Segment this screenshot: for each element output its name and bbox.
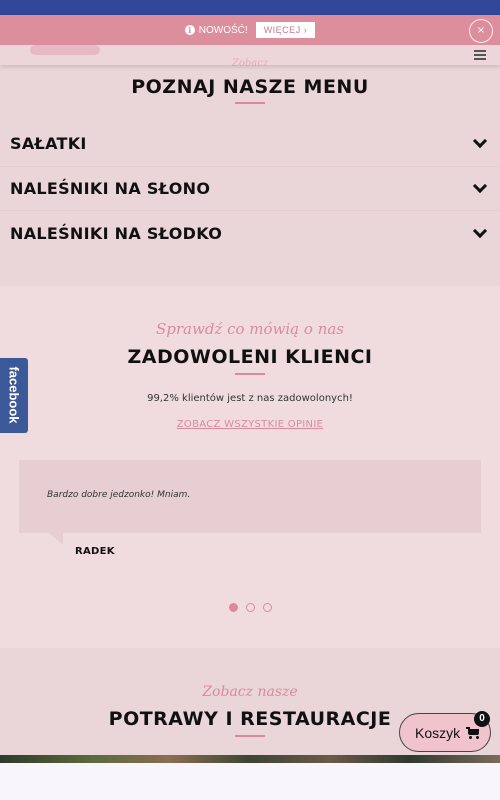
accordion-item-label: NALEŚNIKI NA SŁONO [10, 178, 211, 198]
clients-section: Sprawdź co mówią o nas ZADOWOLENI KLIENC… [0, 286, 500, 648]
menu-section-title: POZNAJ NASZE MENU [131, 76, 369, 98]
logo-swirl [30, 45, 100, 55]
all-reviews-link[interactable]: ZOBACZ WSZYSTKIE OPINIE [0, 419, 500, 430]
accordion-item-sweet-pancakes[interactable]: NALEŚNIKI NA SŁODKO [0, 211, 500, 256]
slider-dots [0, 603, 500, 612]
clients-script-title: Sprawdź co mówią o nas [155, 320, 344, 338]
clients-satisfaction-text: 99,2% klientów jest z nas zadowolonych! [147, 393, 353, 404]
notice-text: NOWOŚĆ! [198, 24, 248, 36]
cart-icon [466, 726, 480, 739]
menu-accordion: SAŁATKI NALEŚNIKI NA SŁONO NALEŚNIKI NA … [0, 122, 500, 256]
menu-script-title: Zobacz [231, 58, 269, 69]
clients-title-divider [235, 373, 265, 375]
slider-dot-1[interactable] [228, 603, 238, 612]
facebook-label: facebook [6, 366, 22, 424]
close-notice-button[interactable]: × [469, 19, 493, 43]
testimonial-author: RADEK [75, 546, 115, 557]
accordion-item-label: NALEŚNIKI NA SŁODKO [10, 223, 223, 243]
accordion-item-label: SAŁATKI [10, 134, 87, 154]
cart-label: Koszyk [415, 724, 461, 741]
testimonial-bubble: Bardzo dobre jedzonko! Mniam. [19, 460, 481, 545]
info-icon: i [184, 25, 195, 35]
dishes-title-divider [235, 735, 265, 737]
cart-count-badge: 0 [474, 711, 490, 727]
dishes-script-title: Zobacz nasze [202, 684, 298, 700]
slider-dot-2[interactable] [245, 603, 255, 612]
chevron-down-icon [472, 223, 488, 238]
accordion-item-salads[interactable]: SAŁATKI [0, 122, 500, 167]
bottom-bar [0, 763, 500, 800]
more-button[interactable]: WIĘCEJ › [255, 22, 316, 38]
chevron-down-icon [472, 134, 488, 149]
menu-title-divider [235, 102, 265, 104]
cart-button[interactable]: Koszyk 0 [399, 711, 491, 752]
clients-section-title: ZADOWOLENI KLIENCI [127, 346, 373, 368]
facebook-side-tab[interactable]: facebook [0, 358, 28, 433]
news-notice-bar: i NOWOŚĆ! WIĘCEJ › × [0, 15, 500, 45]
testimonial-text: Bardzo dobre jedzonko! Mniam. [47, 490, 191, 500]
accordion-item-savory-pancakes[interactable]: NALEŚNIKI NA SŁONO [0, 167, 500, 211]
chevron-down-icon [472, 178, 488, 193]
slider-dot-3[interactable] [262, 603, 272, 612]
browser-top-strip [0, 0, 500, 15]
dishes-photo-strip [0, 755, 500, 763]
